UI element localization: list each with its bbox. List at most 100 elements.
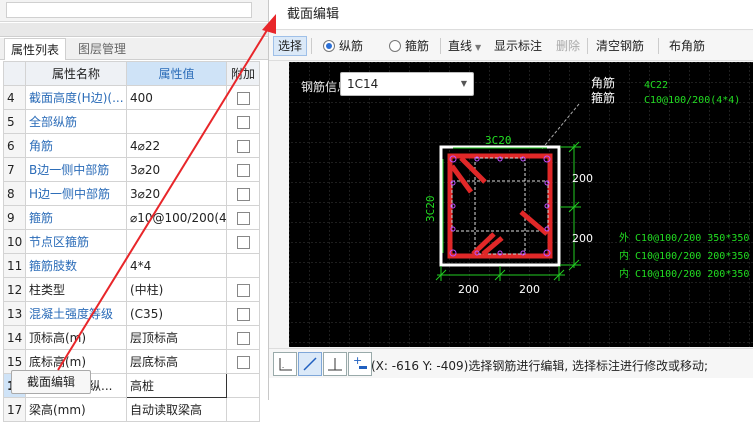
tab-layer-manage[interactable]: 图层管理 [72,38,132,60]
dim-right-1[interactable]: 200 [572,172,593,185]
property-row[interactable]: 5 全部纵筋 [3,109,260,134]
property-panel: 属性列表 图层管理 属性名称 属性值 附加 4 截面高度(H边)(... 400 5 全… [0,0,268,422]
dropdown-caret-icon: ▼ [475,43,482,52]
dim-bottom-1[interactable]: 200 [458,283,479,296]
property-value[interactable]: 自动读取梁高 [126,397,227,422]
side-rebar-label[interactable]: 3C20 [424,196,437,223]
add-cell [226,205,260,230]
add-cell [226,181,260,206]
property-value[interactable]: (C35) [126,301,227,326]
add-checkbox[interactable] [236,331,250,345]
ortho-corner-icon[interactable]: - [273,352,297,376]
add-cell [226,397,260,422]
header-value: 属性值 [126,61,227,86]
stirrup-line-inner-2[interactable]: 内 C10@100/200 200*350 [619,267,749,280]
property-row[interactable]: 4 截面高度(H边)(... 400 [3,85,260,110]
select-tool[interactable]: 选择 [273,36,308,56]
add-checkbox[interactable] [236,91,250,105]
stirrup-line-inner-1[interactable]: 内 C10@100/200 200*350 [619,249,749,262]
section-edit-dialog: 截面编辑 选择 纵筋 箍筋 直线 ▼ 显示标注 删除 清空钢筋 布角筋 3C20… [268,0,753,400]
panel-top-field[interactable] [6,2,252,18]
add-checkbox[interactable] [236,187,250,201]
radio-on-icon [323,40,335,52]
add-checkbox[interactable] [236,235,250,249]
top-rebar-label[interactable]: 3C20 [485,134,512,147]
property-name: 混凝土强度等级 [25,301,127,326]
add-checkbox[interactable] [236,211,250,225]
add-checkbox[interactable] [236,283,250,297]
add-cell [226,133,260,158]
property-table: 属性名称 属性值 附加 4 截面高度(H边)(... 400 5 全部纵筋 6 角筋 4⌀22… [3,61,260,422]
legend-corner-label: 角筋 [591,75,615,90]
add-cell [226,301,260,326]
dialog-bottom [269,378,753,400]
add-cell [226,85,260,110]
property-row[interactable]: 17 梁高(mm) 自动读取梁高 [3,397,260,422]
longitudinal-label: 纵筋 [339,39,364,53]
property-row[interactable]: 7 B边一侧中部筋 3⌀20 [3,157,260,182]
svg-text:-: - [282,364,284,371]
property-value[interactable] [126,109,227,134]
drawing-canvas[interactable]: 3C20 3C20 200 200 200 200 角筋 箍筋 4C22 C10… [289,62,753,347]
radio-off-icon [389,40,401,52]
property-row[interactable]: 8 H边一侧中部筋 3⌀20 [3,181,260,206]
add-cell [226,349,260,374]
property-row[interactable]: 6 角筋 4⌀22 [3,133,260,158]
property-name: 顶标高(m) [25,325,127,350]
property-value[interactable]: 3⌀20 [126,157,227,182]
property-row[interactable]: 14 顶标高(m) 层顶标高 [3,325,260,350]
property-name: 截面高度(H边)(... [25,85,127,110]
row-index: 11 [3,253,26,278]
add-checkbox[interactable] [236,163,250,177]
stirrup-line-outer[interactable]: 外 C10@100/200 350*350 [619,232,749,244]
property-value[interactable]: 层底标高 [126,349,227,374]
add-checkbox[interactable] [236,115,250,129]
delete-button[interactable]: 删除 [556,36,580,56]
longitudinal-rebar-radio[interactable]: 纵筋 [323,36,363,56]
add-checkbox[interactable] [236,355,250,369]
tab-property-list[interactable]: 属性列表 [4,38,67,60]
row-index: 4 [3,85,26,110]
perpendicular-icon[interactable] [323,352,347,376]
add-checkbox[interactable] [236,139,250,153]
property-name: 箍筋肢数 [25,253,127,278]
stirrup-label: 箍筋 [405,39,430,53]
line-dropdown[interactable]: 直线 ▼ [448,36,481,56]
dim-bottom-2[interactable]: 200 [519,283,540,296]
show-label-button[interactable]: 显示标注 [494,36,542,56]
clear-rebar-button[interactable]: 清空钢筋 [596,36,644,56]
property-value[interactable]: 4*4 [126,253,227,278]
rebar-info-combo[interactable]: 1C14 ▼ [340,72,474,96]
property-value[interactable]: (中柱) [126,277,227,302]
property-name: 柱类型 [25,277,127,302]
property-row[interactable]: 11 箍筋肢数 4*4 [3,253,260,278]
property-value[interactable]: 高桩 [126,373,227,398]
property-name: 角筋 [25,133,127,158]
property-value[interactable]: 层顶标高 [126,325,227,350]
stirrup-spec: C10@100/200(4*4) [644,95,740,106]
property-row[interactable]: 13 混凝土强度等级 (C35) [3,301,260,326]
property-value[interactable] [126,229,227,254]
add-dimension-icon[interactable]: + [348,352,372,376]
row-index: 6 [3,133,26,158]
svg-text:+: + [353,354,362,367]
property-row[interactable]: 9 箍筋 ⌀10@100/200(4 [3,205,260,230]
property-row[interactable]: 10 节点区箍筋 [3,229,260,254]
property-value[interactable]: 400 [126,85,227,110]
property-name: 梁高(mm) [25,397,127,422]
add-cell [226,373,260,398]
add-checkbox[interactable] [236,307,250,321]
row-index: 7 [3,157,26,182]
property-value[interactable]: ⌀10@100/200(4 [126,205,227,230]
dialog-toolbar: 选择 纵筋 箍筋 直线 ▼ 显示标注 删除 清空钢筋 布角筋 [269,31,753,61]
section-edit-button[interactable]: 截面编辑 [11,370,91,394]
corner-rebar-button[interactable]: 布角筋 [669,36,705,56]
slash-line-icon[interactable] [298,352,322,376]
add-cell [226,253,260,278]
property-value[interactable]: 3⌀20 [126,181,227,206]
status-bar: - + (X: -616 Y: -409)选择钢筋进行编辑, 选择标注进行修改或… [269,348,753,378]
property-value[interactable]: 4⌀22 [126,133,227,158]
property-row[interactable]: 12 柱类型 (中柱) [3,277,260,302]
dim-right-2[interactable]: 200 [572,232,593,245]
stirrup-radio[interactable]: 箍筋 [389,36,429,56]
